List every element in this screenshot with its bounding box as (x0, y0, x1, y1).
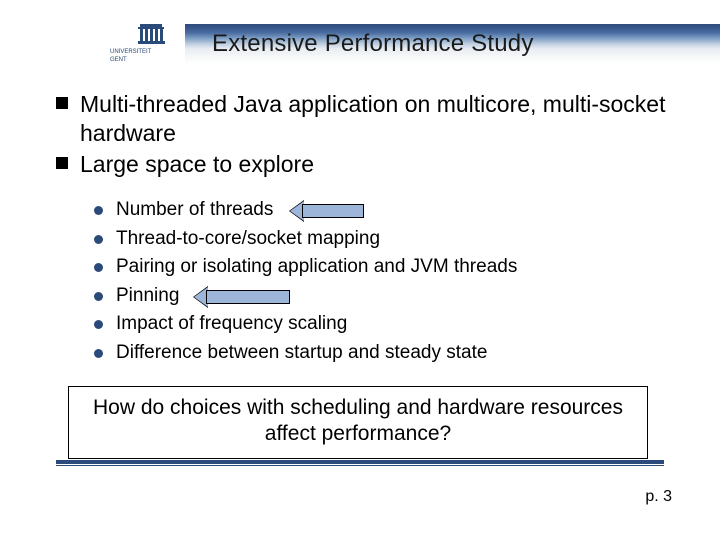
sub-bullet-text: Pairing or isolating application and JVM… (116, 256, 517, 277)
sub-bullet-item: Pinning (94, 282, 680, 311)
footer-rule (56, 460, 664, 466)
sub-bullet-item: Thread-to-core/socket mapping (94, 225, 680, 254)
main-bullet-list: Multi-threaded Java application on multi… (56, 90, 680, 178)
logo-text-bottom: GENT (110, 57, 127, 63)
dot-bullet-icon (94, 320, 103, 329)
university-logo: UNIVERSITEIT GENT (110, 22, 180, 64)
dot-bullet-icon (94, 206, 103, 215)
arrow-icon (194, 289, 290, 305)
sub-bullet-text: Difference between startup and steady st… (116, 342, 487, 363)
dot-bullet-icon (94, 263, 103, 272)
arrow-icon (290, 203, 364, 219)
dot-bullet-icon (94, 235, 103, 244)
sub-bullet-text: Thread-to-core/socket mapping (116, 228, 380, 249)
callout-box: How do choices with scheduling and hardw… (68, 386, 648, 459)
dot-bullet-icon (94, 349, 103, 358)
title-bar: UNIVERSITEIT GENT Extensive Performance … (0, 24, 720, 64)
page-number: p. 3 (645, 488, 672, 506)
sub-bullet-item: Impact of frequency scaling (94, 310, 680, 339)
sub-bullet-list: Number of threads Thread-to-core/socket … (94, 196, 680, 367)
sub-bullet-item: Number of threads (94, 196, 680, 225)
square-bullet-icon (56, 157, 68, 169)
slide-title: Extensive Performance Study (212, 30, 534, 58)
main-bullet-text: Large space to explore (80, 151, 314, 177)
sub-bullet-text: Pinning (116, 285, 179, 306)
sub-bullet-text: Number of threads (116, 199, 273, 220)
content-area: Multi-threaded Java application on multi… (56, 90, 680, 367)
main-bullet-text: Multi-threaded Java application on multi… (80, 91, 666, 146)
square-bullet-icon (56, 97, 68, 109)
main-bullet-item: Multi-threaded Java application on multi… (56, 90, 680, 148)
sub-bullet-item: Difference between startup and steady st… (94, 339, 680, 368)
main-bullet-item: Large space to explore (56, 150, 680, 179)
logo-text-top: UNIVERSITEIT (110, 49, 152, 55)
dot-bullet-icon (94, 292, 103, 301)
callout-text: How do choices with scheduling and hardw… (93, 396, 623, 445)
sub-bullet-item: Pairing or isolating application and JVM… (94, 253, 680, 282)
sub-bullet-text: Impact of frequency scaling (116, 313, 347, 334)
